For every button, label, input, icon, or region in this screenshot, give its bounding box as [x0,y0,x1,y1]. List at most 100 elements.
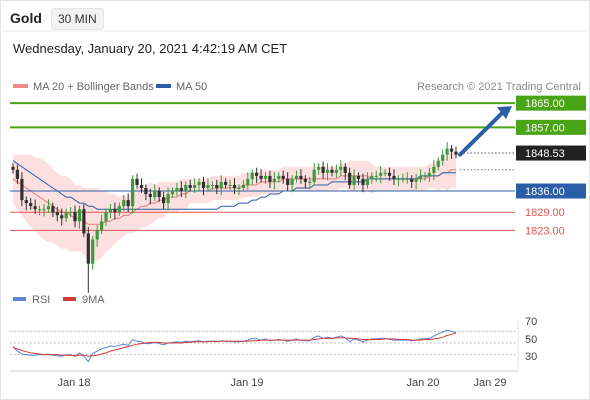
ma20-legend-swatch [13,84,28,88]
candle-body [117,206,121,213]
candle-body [427,172,431,176]
candle-body [348,172,352,185]
candle-body [339,166,343,170]
candle-body [64,212,68,219]
candle-body [86,233,90,264]
rsi-tick-70: 70 [525,316,537,328]
candle-body [299,175,303,179]
rsi-tick-30: 30 [525,351,537,363]
candle-body [294,175,299,179]
candle-body [179,188,183,191]
ma9-legend-label: 9MA [82,294,105,306]
candle-body [82,209,86,234]
candle-body [210,185,214,186]
price-chart: MA 20 + Bollinger Bands MA 50 Research ©… [0,30,590,389]
candle-body [432,166,436,173]
candle-body [441,154,445,161]
candle-body [108,209,113,213]
candlestick-layer [11,141,458,293]
target-arrow-shaft [458,109,506,157]
x-label-jan20: Jan 20 [406,377,439,389]
candle-body [197,181,201,185]
candle-body [162,197,166,204]
rsi-legend-label: RSI [32,294,50,306]
ma50-legend-label: MA 50 [176,81,207,93]
candle-body [122,200,126,207]
candle-body [104,212,108,222]
candle-body [343,166,347,173]
candle-body [383,172,387,174]
ma9-legend-swatch [63,297,76,301]
candle-body [157,191,161,198]
candle-body [405,178,409,180]
level-value-last: 1848.53 [525,148,565,160]
candle-body [153,191,157,198]
candle-body [374,175,378,177]
candle-body [352,175,356,185]
candle-body [436,160,440,167]
candle-body [317,166,321,170]
candle-body [95,230,99,240]
candle-body [423,175,427,177]
candle-body [228,185,232,186]
candle-body [387,172,392,176]
x-label-jan19: Jan 19 [230,377,263,389]
candle-body [175,188,179,191]
candle-body [334,169,338,173]
candle-body [184,185,188,192]
candle-body [206,185,210,188]
candle-body [392,175,396,179]
candle-body [232,185,237,188]
candle-body [33,206,37,210]
level-value-support: 1829.00 [525,207,565,219]
candle-body [263,175,268,179]
candle-body [410,178,414,182]
candle-body [113,209,117,213]
level-value-resistance: 1857.00 [525,122,565,134]
candle-body [370,175,374,179]
candle-body [73,212,77,222]
candle-body [308,181,312,183]
candle-body [135,178,139,185]
candle-body [77,209,82,222]
rsi-tick-50: 50 [525,334,537,346]
candle-body [290,178,294,185]
candle-body [170,191,175,194]
candle-body [60,215,64,219]
candle-body [286,178,290,185]
candle-body [55,212,59,216]
candle-body [419,175,423,179]
candle-body [272,178,276,182]
candle-body [365,178,369,185]
level-labels-layer: 1865.00 1857.00 1848.53 1836.00 1829.00 1823.… [516,95,586,237]
candle-body [237,188,241,189]
candle-body [445,148,449,155]
rsi-panel [10,329,515,363]
candle-body [303,178,307,182]
candle-body [241,185,245,188]
candle-body [100,221,104,231]
level-value-pivot: 1836.00 [525,186,565,198]
candle-body [139,185,144,188]
candle-body [312,169,316,182]
candle-body [20,178,24,201]
candle-body [450,148,454,152]
candle-body [330,169,334,173]
ma20-legend-label: MA 20 + Bollinger Bands [33,81,154,93]
candle-body [321,166,325,173]
candle-body [396,178,400,180]
x-label-jan18: Jan 18 [57,377,90,389]
candle-body [42,209,46,211]
level-value-resistance: 1865.00 [525,98,565,110]
candle-body [166,194,170,204]
candle-body [325,169,330,173]
target-arrow-layer [458,106,512,157]
candle-body [401,178,405,180]
x-label-jan29: Jan 29 [473,377,506,389]
candle-body [219,181,223,188]
candle-body [15,169,19,179]
candle-body [144,188,148,195]
candle-body [414,178,418,182]
rsi-legend-swatch [13,297,26,301]
candle-body [268,175,272,182]
